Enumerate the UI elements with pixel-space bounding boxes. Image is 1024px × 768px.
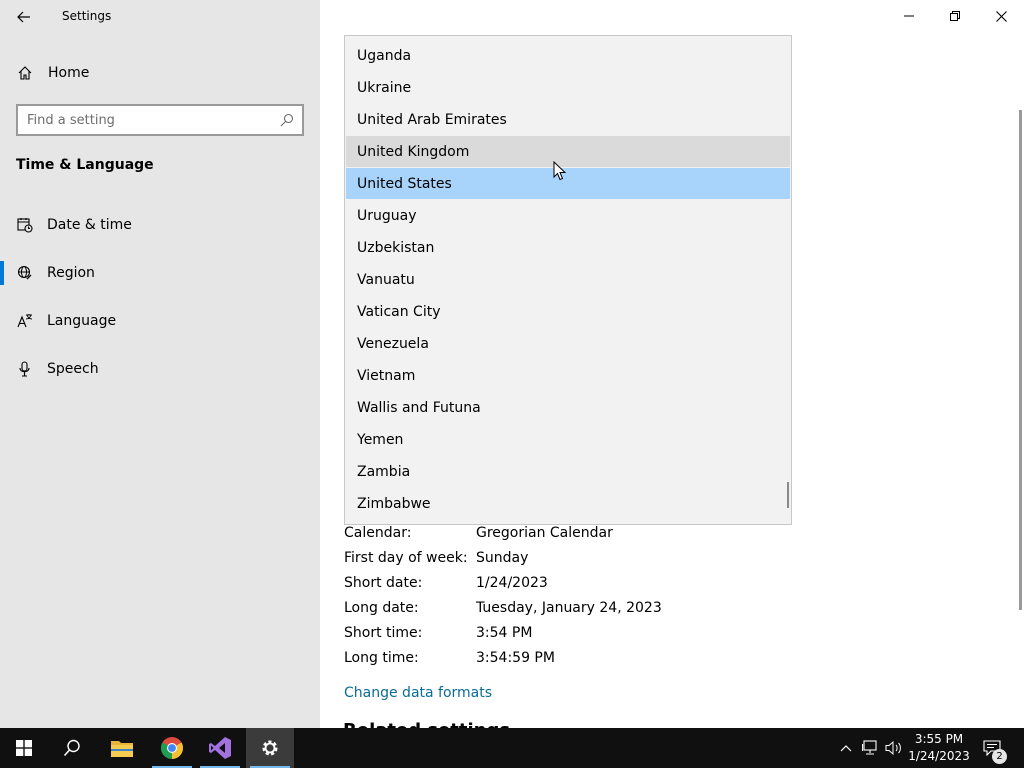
visual-studio-icon [209,737,231,759]
file-explorer-button[interactable] [98,728,146,768]
app-title: Settings [62,9,112,23]
list-item-vatican-city[interactable]: Vatican City [346,296,790,327]
list-item-zambia[interactable]: Zambia [346,456,790,487]
folder-icon [111,741,133,757]
change-data-formats-link[interactable]: Change data formats [344,685,492,701]
clock-date: 1/24/2023 [908,749,970,763]
list-item-vietnam[interactable]: Vietnam [346,360,790,391]
dropdown-scrollbar[interactable] [787,482,789,508]
clock-time: 3:55 PM [914,732,964,746]
list-item-uruguay[interactable]: Uruguay [346,200,790,231]
list-item-united-kingdom[interactable]: United Kingdom [346,136,790,167]
format-value: 1/24/2023 [476,575,548,591]
format-row-short-date: Short date: 1/24/2023 [344,575,824,597]
format-key: Long date: [344,600,419,616]
format-row-long-time: Long time: 3:54:59 PM [344,650,824,672]
taskbar-clock[interactable]: 3:55 PM 1/24/2023 [906,731,972,765]
calendar-clock-icon [17,218,33,233]
format-value: 3:54:59 PM [476,650,555,666]
windows-logo-icon [16,740,32,756]
sidebar-item-region[interactable]: Region [0,253,320,293]
sidebar-item-language[interactable]: Language [0,301,320,341]
settings-taskbar-button[interactable] [246,728,294,768]
close-button[interactable] [978,0,1024,32]
format-key: First day of week: [344,550,468,566]
list-item-united-arab-emirates[interactable]: United Arab Emirates [346,104,790,135]
taskbar: 3:55 PM 1/24/2023 2 [0,728,1024,768]
page-scrollbar[interactable] [1019,110,1022,610]
sidebar-item-date-time[interactable]: Date & time [0,205,320,245]
list-item-uganda[interactable]: Uganda [346,40,790,71]
list-item-venezuela[interactable]: Venezuela [346,328,790,359]
sidebar-item-label: Language [47,313,117,329]
close-icon [995,10,1007,22]
list-item-zimbabwe[interactable]: Zimbabwe [346,488,790,519]
restore-icon [950,11,960,21]
format-key: Short time: [344,625,423,641]
related-settings-heading: Related settings [343,719,510,728]
mouse-cursor-icon [553,161,566,181]
globe-icon [17,265,32,280]
format-row-first-day: First day of week: Sunday [344,550,824,572]
start-button[interactable] [0,728,48,768]
search-icon[interactable] [280,113,294,127]
list-item-wallis-and-futuna[interactable]: Wallis and Futuna [346,392,790,423]
notification-badge: 2 [992,749,1007,764]
format-key: Long time: [344,650,419,666]
taskbar-search-button[interactable] [48,728,96,768]
list-item-uzbekistan[interactable]: Uzbekistan [346,232,790,263]
section-title: Time & Language [16,157,154,173]
list-item-vanuatu[interactable]: Vanuatu [346,264,790,295]
format-value: Tuesday, January 24, 2023 [476,600,662,616]
sidebar-item-label: Speech [47,361,99,377]
visual-studio-button[interactable] [196,728,244,768]
list-item-yemen[interactable]: Yemen [346,424,790,455]
format-row-short-time: Short time: 3:54 PM [344,625,824,647]
language-icon [17,314,33,328]
format-key: Calendar: [344,525,412,541]
list-item-united-states[interactable]: United States [346,168,790,199]
search-input[interactable] [18,112,280,128]
volume-button[interactable] [884,738,904,758]
minimize-button[interactable] [886,0,932,32]
search-icon [63,739,80,757]
format-value: Gregorian Calendar [476,525,613,541]
restore-button[interactable] [932,0,978,32]
home-label: Home [48,65,90,81]
back-button[interactable] [8,2,40,32]
show-hidden-icons-button[interactable] [836,738,856,758]
search-box[interactable] [16,104,304,136]
format-row-calendar: Calendar: Gregorian Calendar [344,525,824,547]
sidebar-item-home[interactable]: Home [0,56,320,90]
list-item-ukraine[interactable]: Ukraine [346,72,790,103]
home-icon [18,66,32,80]
back-arrow-icon [17,11,30,23]
minimize-icon [904,15,914,17]
format-value: Sunday [476,550,529,566]
microphone-icon [19,361,30,377]
chrome-icon [161,737,183,759]
sidebar-item-label: Region [47,265,95,281]
network-icon [862,740,877,755]
format-row-long-date: Long date: Tuesday, January 24, 2023 [344,600,824,622]
format-key: Short date: [344,575,423,591]
sidebar-item-speech[interactable]: Speech [0,349,320,389]
chevron-up-icon [840,745,852,752]
sidebar: Settings Home Time & Language Date & tim… [0,0,320,728]
format-value: 3:54 PM [476,625,533,641]
gear-icon [262,740,278,756]
network-button[interactable] [861,738,881,758]
speaker-icon [885,740,901,756]
country-dropdown-list[interactable]: Uganda Ukraine United Arab Emirates Unit… [344,35,792,525]
sidebar-item-label: Date & time [47,217,132,233]
chrome-button[interactable] [148,728,196,768]
